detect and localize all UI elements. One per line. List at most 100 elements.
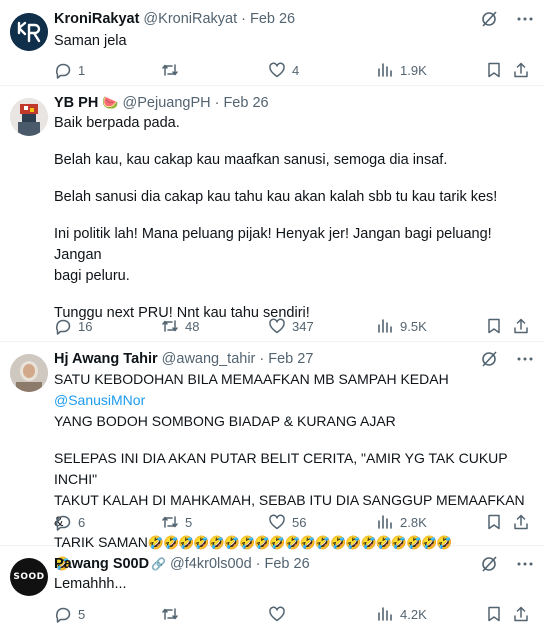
- user-handle[interactable]: @awang_tahir: [162, 351, 256, 367]
- tweet-line: bagi peluru.: [54, 268, 130, 284]
- display-name[interactable]: YB PH: [54, 95, 98, 111]
- share-icon: [514, 318, 528, 334]
- retweet-icon: [162, 608, 178, 620]
- tweet-line: Saman jela: [54, 33, 127, 49]
- user-handle[interactable]: @PejuangPH: [123, 95, 211, 111]
- bookmark-button[interactable]: [485, 61, 503, 79]
- retweet-button[interactable]: [161, 605, 185, 623]
- reply-button[interactable]: 1: [54, 61, 85, 79]
- retweet-button[interactable]: 48: [161, 317, 199, 335]
- reply-icon: [56, 319, 71, 335]
- share-button[interactable]: [512, 61, 530, 79]
- views-button[interactable]: 4.2K: [376, 605, 427, 623]
- tweet[interactable]: Hj Awang Tahir @awang_tahir · Feb 27 SAT…: [0, 342, 544, 571]
- retweet-button[interactable]: [161, 61, 185, 79]
- reply-button[interactable]: 5: [54, 605, 85, 623]
- avatar[interactable]: SOOD: [10, 558, 48, 596]
- retweet-icon: [162, 320, 178, 332]
- tweet[interactable]: KroniRakyat @KroniRakyat · Feb 26 Saman …: [0, 0, 544, 86]
- reply-icon: [56, 515, 71, 531]
- tweet-actions: 5 4.2K: [54, 604, 532, 624]
- reply-count: 5: [78, 606, 86, 622]
- timestamp[interactable]: Feb 26: [250, 11, 295, 27]
- avatar-logo-icon: [10, 13, 48, 51]
- retweet-button[interactable]: 5: [161, 513, 192, 531]
- reply-count: 16: [78, 318, 93, 334]
- views-button[interactable]: 2.8K: [376, 513, 427, 531]
- tweet-header: YB PH 🍉 @PejuangPH · Feb 26: [54, 92, 532, 114]
- bookmark-button[interactable]: [485, 605, 503, 623]
- mention-link[interactable]: @SanusiMNor: [54, 392, 145, 408]
- reply-button[interactable]: 16: [54, 317, 92, 335]
- tweet-line: SATU KEBODOHAN BILA MEMAAFKAN MB SAMPAH …: [54, 369, 532, 411]
- like-count: 56: [292, 514, 307, 530]
- view-count: 9.5K: [400, 318, 427, 334]
- share-button[interactable]: [512, 605, 530, 623]
- avatar[interactable]: [10, 98, 48, 136]
- separator-dot: ·: [255, 556, 261, 572]
- more-icon[interactable]: [516, 10, 534, 33]
- tweet-header: Hj Awang Tahir @awang_tahir · Feb 27: [54, 348, 532, 370]
- header-actions: [480, 10, 534, 33]
- bookmark-icon: [488, 62, 500, 78]
- tweet[interactable]: SOOD Pawang S00D 🔗 @f4kr0ls00d · Feb 26 …: [0, 546, 544, 632]
- like-count: 4: [292, 62, 300, 78]
- display-name[interactable]: Hj Awang Tahir: [54, 351, 158, 367]
- like-button[interactable]: 56: [268, 513, 306, 531]
- tweet-text: Saman jela: [54, 31, 532, 52]
- name-emoji: 🍉: [102, 95, 119, 110]
- display-name[interactable]: KroniRakyat: [54, 11, 139, 27]
- timestamp[interactable]: Feb 26: [223, 95, 268, 111]
- reply-count: 6: [78, 514, 86, 530]
- view-count: 1.9K: [400, 62, 427, 78]
- user-handle[interactable]: @f4kr0ls00d: [170, 556, 252, 572]
- avatar-logo-text: SOOD: [13, 572, 45, 582]
- tweet-header: KroniRakyat @KroniRakyat · Feb 26: [54, 8, 532, 30]
- user-handle[interactable]: @KroniRakyat: [143, 11, 237, 27]
- bookmark-button[interactable]: [485, 513, 503, 531]
- tweet[interactable]: YB PH 🍉 @PejuangPH · Feb 26 Baik berpada…: [0, 86, 544, 342]
- tweet-line: Belah kau, kau cakap kau maafkan sanusi,…: [54, 152, 448, 168]
- tweet-text: Lemahhh...: [54, 574, 532, 595]
- grok-icon[interactable]: [480, 10, 498, 33]
- like-button[interactable]: [268, 605, 292, 623]
- like-button[interactable]: 347: [268, 317, 314, 335]
- like-button[interactable]: 4: [268, 61, 299, 79]
- retweet-count: 5: [185, 514, 193, 530]
- tweet-line: YANG BODOH SOMBONG BIADAP & KURANG AJAR: [54, 413, 396, 429]
- tweet-header: Pawang S00D 🔗 @f4kr0ls00d · Feb 26: [54, 553, 532, 575]
- separator-dot: ·: [259, 351, 265, 367]
- reply-icon: [56, 607, 71, 623]
- avatar[interactable]: [10, 354, 48, 392]
- views-button[interactable]: 1.9K: [376, 61, 427, 79]
- like-count: 347: [292, 318, 314, 334]
- view-count: 2.8K: [400, 514, 427, 530]
- share-button[interactable]: [512, 317, 530, 335]
- tweet-text: SATU KEBODOHAN BILA MEMAAFKAN MB SAMPAH …: [54, 369, 532, 574]
- views-icon: [378, 319, 392, 333]
- bookmark-icon: [488, 606, 500, 622]
- display-name[interactable]: Pawang S00D: [54, 556, 149, 572]
- views-icon: [378, 63, 392, 77]
- tweet-text: Baik berpada pada. Belah kau, kau cakap …: [54, 113, 532, 324]
- timeline: KroniRakyat @KroniRakyat · Feb 26 Saman …: [0, 0, 544, 632]
- bookmark-button[interactable]: [485, 317, 503, 335]
- tweet-actions: 16 48 347 9.5K: [54, 316, 532, 336]
- views-icon: [378, 607, 392, 621]
- timestamp[interactable]: Feb 27: [268, 351, 313, 367]
- views-button[interactable]: 9.5K: [376, 317, 427, 335]
- retweet-icon: [162, 64, 178, 76]
- retweet-icon: [162, 516, 178, 528]
- like-icon: [269, 606, 285, 622]
- tweet-text-segment: SATU KEBODOHAN BILA MEMAAFKAN MB SAMPAH …: [54, 371, 449, 387]
- bookmark-icon: [488, 318, 500, 334]
- share-icon: [514, 606, 528, 622]
- bookmark-icon: [488, 514, 500, 530]
- share-button[interactable]: [512, 513, 530, 531]
- timestamp[interactable]: Feb 26: [265, 556, 310, 572]
- avatar[interactable]: [10, 13, 48, 51]
- link-emoji: 🔗: [151, 557, 167, 571]
- tweet-line: Ini politik lah! Mana peluang pijak! Hen…: [54, 226, 492, 263]
- tweet-actions: 1 4 1.9K: [54, 60, 532, 80]
- reply-button[interactable]: 6: [54, 513, 85, 531]
